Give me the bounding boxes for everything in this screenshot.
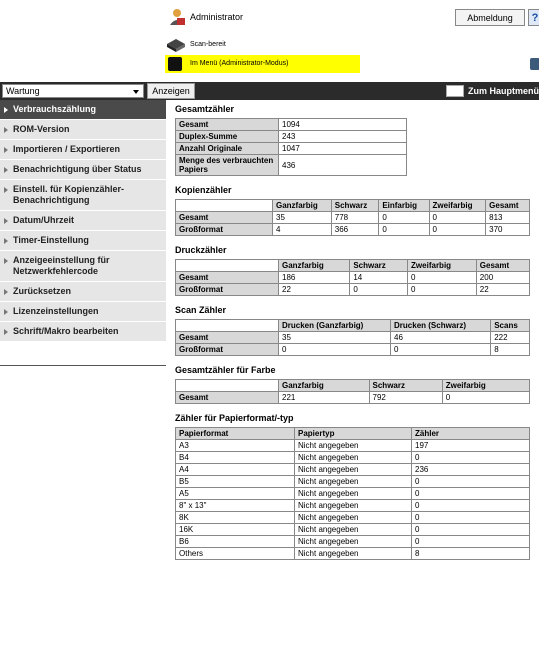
triangle-right-icon xyxy=(4,309,8,315)
table-row: Großformat 4 366 0 0 370 xyxy=(175,223,530,236)
table-row: Gesamt 1094 xyxy=(175,118,407,131)
sidebar-item-timer-settings[interactable]: Timer-Einstellung xyxy=(0,231,166,251)
table-row: Others Nicht angegeben 8 xyxy=(175,547,530,560)
table-row: A4 Nicht angegeben 236 xyxy=(175,463,530,476)
table-header-row: Ganzfarbig Schwarz Einfarbig Zweifarbig Gesa… xyxy=(175,199,530,212)
table-row: Anzahl Originale 1047 xyxy=(175,142,407,155)
copy-counter-title: Kopienzähler xyxy=(175,185,232,195)
table-row: Menge des verbrauchten Papiers 436 xyxy=(175,154,407,176)
sidebar-item-status-notification[interactable]: Benachrichtigung über Status xyxy=(0,160,166,180)
sidebar-item-label: Anzeigeeinstellung für Netzwerkfehlercod… xyxy=(13,255,110,276)
sidebar-item-label: Timer-Einstellung xyxy=(13,235,89,245)
main-menu-link[interactable]: Zum Hauptmenü xyxy=(468,86,539,96)
table-row: B4 Nicht angegeben 0 xyxy=(175,451,530,464)
paper-counter-table: Papierformat Papiertyp Zähler A3 Nicht ange… xyxy=(175,427,530,560)
paper-counter-title: Zähler für Papierformat/-typ xyxy=(175,413,294,423)
table-header-row: Ganzfarbig Schwarz Zweifarbig Gesamt xyxy=(175,259,531,272)
copy-counter-table: Ganzfarbig Schwarz Einfarbig Zweifarbig Gesa… xyxy=(175,199,530,236)
total-counter-table: Gesamt 1094 Duplex-Summe 243 Anzahl Origin… xyxy=(175,118,407,176)
table-row: A3 Nicht angegeben 197 xyxy=(175,439,530,452)
sidebar-item-import-export[interactable]: Importieren / Exportieren xyxy=(0,140,166,160)
table-header-row: Ganzfarbig Schwarz Zweifarbig xyxy=(175,379,531,392)
sidebar-item-label: Lizenzeinstellungen xyxy=(13,306,99,316)
device-icon xyxy=(168,57,182,71)
sidebar-item-label: ROM-Version xyxy=(13,124,70,134)
help-button[interactable]: ? xyxy=(528,9,539,26)
table-header-row: Papierformat Papiertyp Zähler xyxy=(175,427,530,440)
print-counter-table: Ganzfarbig Schwarz Zweifarbig Gesamt Gesamt… xyxy=(175,259,531,296)
triangle-right-icon xyxy=(4,127,8,133)
table-row: Gesamt 35 778 0 0 813 xyxy=(175,211,530,224)
chevron-down-icon xyxy=(133,90,139,94)
triangle-right-icon xyxy=(4,238,8,244)
logout-button[interactable]: Abmeldung xyxy=(455,9,525,26)
status-mode-text: Im Menü (Administrator-Modus) xyxy=(190,60,289,67)
triangle-right-icon xyxy=(4,147,8,153)
scan-counter-title: Scan Zähler xyxy=(175,305,227,315)
sidebar-item-consumption-count[interactable]: Verbrauchszählung xyxy=(0,100,166,120)
color-total-counter-table: Ganzfarbig Schwarz Zweifarbig Gesamt 221 792… xyxy=(175,379,531,404)
sidebar-item-date-time[interactable]: Datum/Uhrzeit xyxy=(0,211,166,231)
table-row: B5 Nicht angegeben 0 xyxy=(175,475,530,488)
scanner-icon xyxy=(167,39,185,52)
color-total-counter-title: Gesamtzähler für Farbe xyxy=(175,365,276,375)
refresh-icon[interactable] xyxy=(530,58,539,70)
table-row: B6 Nicht angegeben 0 xyxy=(175,535,530,548)
table-row: Großformat 22 0 0 22 xyxy=(175,283,531,296)
triangle-right-icon xyxy=(4,218,8,224)
table-row: 8K Nicht angegeben 0 xyxy=(175,511,530,524)
show-button[interactable]: Anzeigen xyxy=(147,83,195,99)
user-name: Administrator xyxy=(190,12,244,22)
table-row: Gesamt 186 14 0 200 xyxy=(175,271,531,284)
table-row: Gesamt 35 46 222 xyxy=(175,331,530,344)
triangle-right-icon xyxy=(4,329,8,335)
sidebar-item-reset[interactable]: Zurücksetzen xyxy=(0,282,166,302)
triangle-right-icon xyxy=(4,258,8,264)
status-ready-text: Scan-bereit xyxy=(190,41,226,48)
table-row: Duplex-Summe 243 xyxy=(175,130,407,143)
sidebar-item-copy-counter-notification[interactable]: Einstell. für Kopienzähler-Benachrichtig… xyxy=(0,180,166,211)
administrator-icon xyxy=(170,9,185,25)
sidebar-divider xyxy=(0,365,166,366)
triangle-right-icon xyxy=(4,187,8,193)
scan-counter-table: Drucken (Ganzfarbig) Drucken (Schwarz) Sca… xyxy=(175,319,530,356)
table-row: Gesamt 221 792 0 xyxy=(175,391,531,404)
total-counter-title: Gesamtzähler xyxy=(175,104,235,114)
sidebar-item-label: Benachrichtigung über Status xyxy=(13,164,142,174)
sidebar-item-label: Schrift/Makro bearbeiten xyxy=(13,326,119,336)
table-row: 16K Nicht angegeben 0 xyxy=(175,523,530,536)
triangle-right-icon xyxy=(4,107,8,113)
table-row: Großformat 0 0 8 xyxy=(175,343,530,356)
triangle-right-icon xyxy=(4,167,8,173)
triangle-right-icon xyxy=(4,289,8,295)
sidebar-item-label: Datum/Uhrzeit xyxy=(13,215,75,225)
sidebar-item-font-macro-edit[interactable]: Schrift/Makro bearbeiten xyxy=(0,322,166,342)
menu-select-value: Wartung xyxy=(6,86,40,96)
table-header-row: Drucken (Ganzfarbig) Drucken (Schwarz) Sca… xyxy=(175,319,530,332)
sidebar-item-label: Zurücksetzen xyxy=(13,286,72,296)
menu-select[interactable]: Wartung xyxy=(2,84,144,98)
main-menu-icon[interactable] xyxy=(446,85,464,97)
print-counter-title: Druckzähler xyxy=(175,245,227,255)
sidebar-item-license-settings[interactable]: Lizenzeinstellungen xyxy=(0,302,166,322)
sidebar-item-label: Einstell. für Kopienzähler-Benachrichtig… xyxy=(13,184,125,205)
sidebar-item-network-error-display[interactable]: Anzeigeeinstellung für Netzwerkfehlercod… xyxy=(0,251,166,282)
sidebar-item-rom-version[interactable]: ROM-Version xyxy=(0,120,166,140)
table-row: 8" x 13" Nicht angegeben 0 xyxy=(175,499,530,512)
main-content: Gesamtzähler Gesamt 1094 Duplex-Summe 243 … xyxy=(175,104,531,560)
table-row: A5 Nicht angegeben 0 xyxy=(175,487,530,500)
sidebar-item-label: Verbrauchszählung xyxy=(13,104,97,114)
sidebar: Verbrauchszählung ROM-Version Importiere… xyxy=(0,100,166,342)
sidebar-item-label: Importieren / Exportieren xyxy=(13,144,121,154)
